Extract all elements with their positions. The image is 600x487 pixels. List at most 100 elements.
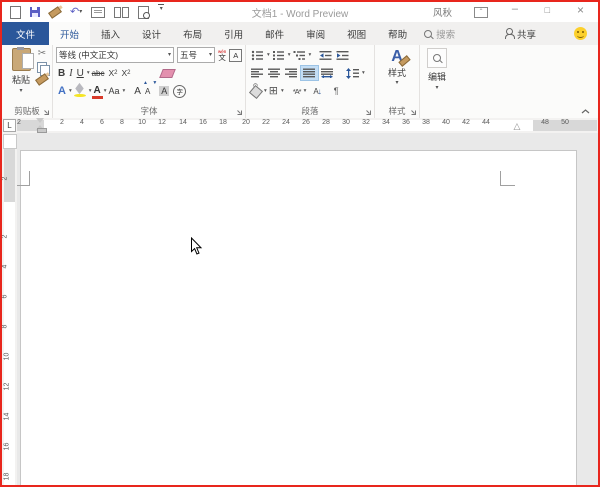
copy-icon[interactable] [37, 62, 47, 73]
justify-button[interactable] [300, 65, 319, 81]
character-shading-button[interactable]: A [157, 84, 171, 99]
asian-layout-arrow[interactable]: ▾ [304, 88, 307, 94]
h-ruler-number: 8 [120, 119, 124, 126]
tab-references[interactable]: 引用 [213, 22, 254, 45]
tab-insert[interactable]: 插入 [90, 22, 131, 45]
multipage-view-button[interactable] [114, 4, 129, 20]
tab-home[interactable]: 开始 [49, 22, 90, 45]
first-line-indent-marker[interactable] [36, 118, 44, 123]
clear-formatting-button[interactable] [159, 66, 176, 81]
bullets-button[interactable] [249, 48, 266, 63]
phonetic-guide-button[interactable]: wén 文 [218, 50, 226, 61]
font-dialog-launcher[interactable] [236, 109, 243, 116]
h-ruler-number: 38 [422, 119, 430, 126]
search-label: 搜索 [436, 27, 455, 41]
tab-design[interactable]: 设计 [131, 22, 172, 45]
text-effects-button[interactable]: A [56, 84, 68, 99]
line-spacing-arrow[interactable]: ▾ [362, 70, 365, 76]
tab-layout[interactable]: 布局 [172, 22, 213, 45]
increase-indent-button[interactable] [334, 48, 351, 63]
tab-review[interactable]: 审阅 [295, 22, 336, 45]
multipage-icon [114, 7, 129, 18]
align-left-button[interactable] [249, 66, 266, 81]
borders-arrow[interactable]: ▾ [281, 88, 284, 94]
cut-icon[interactable]: ✂ [38, 48, 46, 59]
document-page[interactable] [20, 150, 577, 485]
v-ruler-number: 12 [3, 383, 10, 391]
styles-dropdown-arrow[interactable]: ▾ [395, 80, 398, 86]
italic-button[interactable]: I [67, 66, 74, 81]
undo-button[interactable]: ↶▾ [70, 4, 82, 20]
bold-button[interactable]: B [56, 66, 67, 81]
right-indent-marker[interactable]: △ [514, 121, 521, 132]
print-preview-button[interactable] [138, 4, 149, 20]
minimize-button[interactable]: – [512, 3, 518, 15]
superscript-button[interactable]: X2 [120, 66, 133, 81]
line-spacing-button[interactable] [344, 66, 361, 81]
multilevel-list-arrow[interactable]: ▾ [309, 52, 312, 58]
ribbon-display-options-button[interactable]: ⌃ [474, 7, 488, 18]
align-right-button[interactable] [283, 66, 300, 81]
numbering-button[interactable] [270, 48, 287, 63]
horizontal-ruler: L 22468101214161820222426283032343638404… [2, 118, 598, 133]
tab-file[interactable]: 文件 [2, 22, 49, 45]
styles-button[interactable]: A 样式 ▾ [375, 48, 419, 86]
tab-view[interactable]: 视图 [336, 22, 377, 45]
paste-button[interactable]: 粘贴 ▾ [6, 48, 36, 94]
grow-font-button[interactable]: A▲ [132, 84, 143, 99]
strikethrough-button[interactable]: abc [90, 66, 107, 81]
h-ruler-number: 6 [100, 119, 104, 126]
user-name[interactable]: 风秋 [433, 5, 452, 19]
share-button[interactable]: 共享 [506, 22, 536, 45]
shading-button[interactable] [249, 84, 263, 99]
collapse-ribbon-button[interactable] [581, 109, 590, 114]
margin-crop-mark-right [500, 171, 515, 186]
styles-dialog-launcher[interactable] [410, 109, 417, 116]
editing-dropdown-arrow[interactable]: ▾ [435, 85, 438, 91]
h-ruler-number: 2 [17, 119, 21, 126]
margin-crop-mark-left [15, 171, 30, 186]
tab-stop-selector[interactable]: L [3, 119, 16, 132]
feedback-smiley-icon[interactable] [574, 27, 587, 40]
search-box[interactable]: 搜索 [424, 22, 455, 45]
text-highlight-button[interactable] [72, 84, 88, 99]
asian-layout-button[interactable]: *A* [291, 84, 303, 99]
font-color-button[interactable]: A [91, 84, 102, 99]
shrink-font-button[interactable]: A▼ [143, 84, 152, 99]
paragraph-dialog-launcher[interactable] [365, 109, 372, 116]
show-hide-marks-button[interactable]: ¶ [332, 84, 341, 99]
font-size-combobox[interactable]: 五号 ▾ [177, 47, 215, 63]
underline-button[interactable]: U [75, 66, 86, 81]
print-layout-button[interactable] [91, 4, 105, 20]
undo-dropdown-arrow[interactable]: ▾ [79, 9, 82, 15]
indent-markers[interactable] [36, 118, 45, 133]
align-center-button[interactable] [266, 66, 283, 81]
sort-button[interactable]: A↓ [311, 84, 323, 99]
v-ruler-number: 2 [2, 177, 8, 181]
multilevel-list-button[interactable] [291, 48, 308, 63]
decrease-indent-button[interactable] [317, 48, 334, 63]
format-painter-qat-button[interactable] [49, 4, 61, 20]
distribute-text-button[interactable] [319, 66, 336, 81]
close-button[interactable]: × [577, 3, 584, 17]
editing-button[interactable]: 编辑 ▾ [422, 48, 452, 91]
font-size-arrow: ▾ [209, 52, 212, 58]
subscript-button[interactable]: X2 [106, 66, 119, 81]
enclose-characters-button[interactable]: 字 [171, 84, 188, 99]
customize-qat-button[interactable]: ▾ [158, 4, 164, 20]
save-button[interactable] [30, 4, 40, 20]
paste-dropdown-arrow[interactable]: ▾ [19, 88, 22, 94]
change-case-button[interactable]: Aa [106, 84, 121, 99]
change-case-arrow[interactable]: ▾ [123, 88, 126, 94]
new-document-button[interactable] [10, 4, 21, 20]
maximize-button[interactable]: □ [545, 5, 550, 15]
h-ruler-number: 14 [179, 119, 187, 126]
clipboard-dialog-launcher[interactable] [43, 109, 50, 116]
borders-button[interactable]: ⊞ [267, 84, 280, 99]
font-family-combobox[interactable]: 等线 (中文正文) ▾ [56, 47, 174, 63]
ribbon: 粘贴 ▾ ✂ 剪贴板 等线 (中文正文) ▾ 五号 ▾ [2, 45, 598, 119]
character-border-button[interactable]: A [229, 49, 242, 62]
tab-mailings[interactable]: 邮件 [254, 22, 295, 45]
tab-help[interactable]: 帮助 [377, 22, 418, 45]
format-painter-ribbon-icon[interactable] [35, 73, 49, 86]
